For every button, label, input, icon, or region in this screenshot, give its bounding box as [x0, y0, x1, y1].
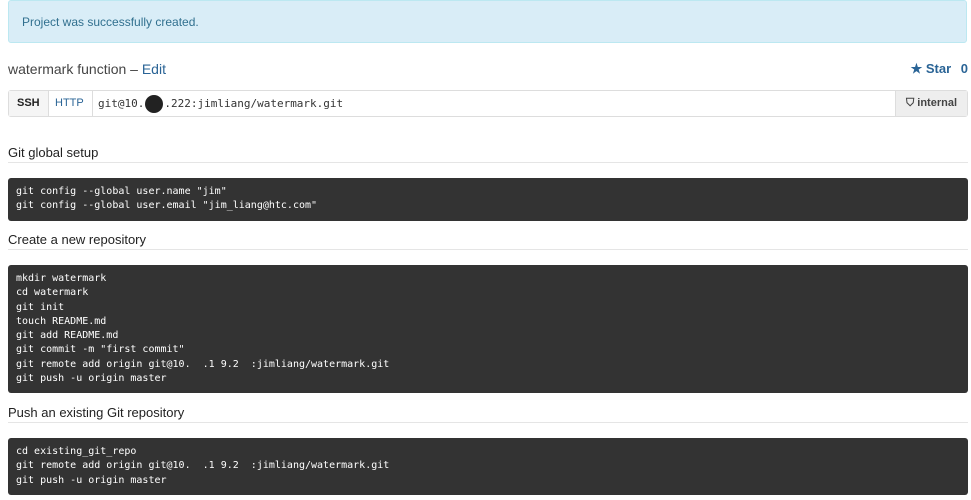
redaction-mark	[145, 95, 164, 113]
code-line: touch README.md	[16, 315, 107, 327]
code-line: git config --global user.email "jim_lian…	[16, 200, 318, 212]
code-line: mkdir watermark	[16, 273, 107, 284]
code-line: git config --global user.name "jim"	[16, 186, 227, 197]
edit-link[interactable]: Edit	[142, 61, 166, 77]
code-line: git remote add origin git@10. .1 9.2 :ji…	[16, 358, 390, 370]
clone-panel: SSH HTTP git@10. .222:jimliang/watermark.…	[8, 90, 968, 117]
star-count: 0	[960, 61, 968, 76]
tab-http[interactable]: HTTP	[47, 91, 93, 116]
project-name: watermark function –	[8, 61, 138, 77]
clone-url-end: .222:jimliang/watermark.git	[164, 97, 344, 110]
star-button[interactable]: ★ Star 0	[911, 61, 968, 77]
section-heading-global-setup: Git global setup	[8, 145, 99, 160]
divider	[8, 422, 968, 423]
alert-message: Project was successfully created.	[22, 15, 199, 29]
divider	[8, 249, 968, 250]
shield-icon: ⛉	[905, 97, 915, 109]
code-line: git push -u origin master	[16, 373, 167, 385]
visibility-badge: ⛉ internal	[894, 91, 967, 116]
code-block-global-setup: git config --global user.name "jim" git …	[8, 178, 968, 221]
code-line: cd existing_git_repo	[16, 446, 137, 457]
clone-url[interactable]: git@10. .222:jimliang/watermark.git	[98, 91, 343, 116]
code-line: git push -u origin master	[16, 474, 167, 486]
tab-ssh[interactable]: SSH	[9, 91, 49, 116]
code-block-existing-repo: cd existing_git_repo git remote add orig…	[8, 438, 968, 495]
code-line: git add README.md	[16, 330, 119, 342]
section-heading-existing-repo: Push an existing Git repository	[8, 405, 185, 420]
divider	[8, 162, 968, 163]
code-line: cd watermark	[16, 287, 89, 299]
section-heading-new-repo: Create a new repository	[8, 232, 147, 247]
code-block-new-repo: mkdir watermark cd watermark git init to…	[8, 265, 968, 394]
success-alert: Project was successfully created.	[8, 0, 967, 43]
code-line: git commit -m "first commit"	[16, 344, 185, 356]
star-label: Star	[925, 61, 952, 76]
code-line: git init	[16, 301, 65, 313]
clone-url-start: git@10.	[98, 97, 145, 110]
project-title: watermark function – Edit	[8, 61, 166, 77]
visibility-label: internal	[917, 97, 957, 109]
code-line: git remote add origin git@10. .1 9.2 :ji…	[16, 460, 390, 472]
star-icon: ★	[910, 61, 923, 76]
